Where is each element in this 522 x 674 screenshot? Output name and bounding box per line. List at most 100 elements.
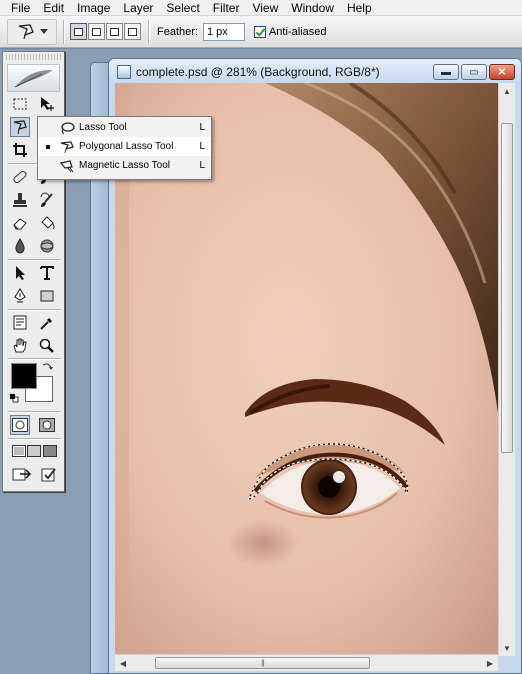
eyedropper-tool[interactable]: [37, 313, 57, 333]
right-arrow-icon: ▶: [486, 658, 494, 668]
standard-mode-button[interactable]: [10, 415, 30, 435]
flyout-item-lasso[interactable]: Lasso Tool L: [38, 118, 211, 137]
type-tool[interactable]: [37, 263, 57, 283]
flyout-label: Magnetic Lasso Tool: [79, 160, 170, 171]
lasso-tool-active[interactable]: [10, 117, 30, 137]
lasso-tool-flyout: Lasso Tool L Polygonal Lasso Tool L Magn…: [37, 116, 212, 180]
crop-tool[interactable]: [10, 140, 30, 160]
blur-icon: [15, 238, 25, 254]
menu-file[interactable]: File: [5, 1, 37, 15]
swap-colors-button[interactable]: [41, 361, 53, 376]
scroll-up-button[interactable]: ▲: [499, 83, 515, 99]
foreground-color-swatch[interactable]: [11, 363, 37, 389]
hand-tool[interactable]: [10, 336, 30, 356]
toolbox-divider: [8, 358, 61, 359]
dodge-icon: [40, 239, 54, 253]
vertical-scrollbar[interactable]: ▲ ▼: [498, 83, 515, 656]
flyout-shortcut: L: [199, 122, 205, 133]
tool-preset-picker[interactable]: [7, 18, 57, 45]
add-to-selection-button[interactable]: [88, 23, 105, 40]
jump-to-imageready-button[interactable]: [11, 465, 33, 485]
menu-view[interactable]: View: [246, 1, 285, 15]
horizontal-scrollbar[interactable]: ◀ ||| ▶: [115, 654, 498, 671]
menu-edit[interactable]: Edit: [37, 1, 71, 15]
eyedropper-icon: [40, 318, 52, 330]
move-tool[interactable]: [37, 94, 57, 114]
blur-tool[interactable]: [10, 236, 30, 256]
checkmark-document-icon: [41, 468, 56, 482]
polygonal-lasso-icon: [18, 23, 34, 39]
paint-bucket-tool[interactable]: [37, 213, 57, 233]
swap-arrows-icon: [42, 363, 53, 370]
menu-layer[interactable]: Layer: [117, 1, 160, 15]
zoom-tool[interactable]: [37, 336, 57, 356]
new-selection-button[interactable]: [70, 23, 87, 40]
feather-input[interactable]: [202, 22, 245, 41]
down-arrow-icon: ▼: [503, 643, 511, 653]
antialiased-checkbox[interactable]: [253, 25, 266, 38]
edit-in-imageready-button[interactable]: [39, 465, 59, 485]
document-title: complete.psd @ 281% (Background, RGB/8*): [136, 65, 380, 79]
menu-bar: File Edit Image Layer Select Filter View…: [0, 0, 522, 16]
clone-stamp-tool[interactable]: [10, 190, 30, 210]
screen-mode-icon: [43, 445, 57, 457]
marquee-tool[interactable]: [10, 94, 30, 114]
default-colors-button[interactable]: [9, 393, 19, 406]
document-icon: [117, 65, 131, 79]
options-separator: [63, 19, 64, 44]
type-icon: [40, 266, 54, 280]
healing-brush-icon: [13, 170, 27, 184]
flyout-label: Polygonal Lasso Tool: [79, 141, 174, 152]
rectangle-shape-tool[interactable]: [37, 286, 57, 306]
toolbox-grip[interactable]: [6, 54, 61, 60]
scroll-right-button[interactable]: ▶: [482, 655, 498, 671]
up-arrow-icon: ▲: [503, 86, 511, 96]
lasso-icon: [61, 121, 75, 134]
notes-tool[interactable]: [10, 313, 30, 333]
zoom-icon: [39, 338, 54, 353]
scroll-down-button[interactable]: ▼: [499, 640, 515, 656]
pen-tool[interactable]: [10, 286, 30, 306]
menu-window[interactable]: Window: [285, 1, 341, 15]
close-button[interactable]: ✕: [489, 64, 515, 80]
maximize-button[interactable]: ▭: [461, 64, 487, 80]
flyout-shortcut: L: [199, 141, 205, 152]
history-brush-icon: [40, 192, 53, 207]
maximize-icon: ▭: [469, 66, 479, 78]
healing-brush-tool[interactable]: [10, 167, 30, 187]
paint-bucket-icon: [41, 216, 55, 230]
toolbox-divider: [8, 438, 61, 439]
flyout-shortcut: L: [199, 160, 205, 171]
history-brush-tool[interactable]: [37, 190, 57, 210]
subtract-from-selection-button[interactable]: [106, 23, 123, 40]
toolbox-divider: [8, 309, 61, 310]
menu-image[interactable]: Image: [71, 1, 117, 15]
menu-filter[interactable]: Filter: [207, 1, 247, 15]
menu-help[interactable]: Help: [341, 1, 379, 15]
path-selection-tool[interactable]: [10, 263, 30, 283]
options-bar: Feather: Anti-aliased: [0, 16, 522, 48]
feather-logo[interactable]: [7, 64, 60, 92]
scroll-left-button[interactable]: ◀: [115, 655, 131, 671]
path-selection-icon: [16, 266, 25, 280]
dodge-tool[interactable]: [37, 236, 57, 256]
close-icon: ✕: [497, 66, 507, 78]
intersect-selection-button[interactable]: [124, 23, 141, 40]
quick-mask-icon: [39, 418, 55, 432]
jump-to-icon: [12, 468, 32, 481]
options-separator: [148, 19, 149, 44]
antialiased-label: Anti-aliased: [268, 25, 327, 38]
quick-mask-button[interactable]: [37, 415, 57, 435]
full-screen-mode-button[interactable]: [40, 441, 60, 461]
menu-select[interactable]: Select: [160, 1, 206, 15]
flyout-item-polygonal-lasso[interactable]: Polygonal Lasso Tool L: [38, 137, 211, 156]
vertical-scroll-thumb[interactable]: [501, 123, 513, 453]
minimize-button[interactable]: ▬: [433, 64, 459, 80]
eraser-tool[interactable]: [10, 213, 30, 233]
flyout-item-magnetic-lasso[interactable]: Magnetic Lasso Tool L: [38, 156, 211, 175]
screen-mode-icon: [27, 445, 41, 457]
polygonal-lasso-icon: [60, 140, 74, 153]
document-titlebar[interactable]: complete.psd @ 281% (Background, RGB/8*)…: [109, 59, 521, 85]
horizontal-scroll-thumb[interactable]: |||: [155, 657, 370, 669]
rectangle-shape-icon: [40, 290, 54, 302]
